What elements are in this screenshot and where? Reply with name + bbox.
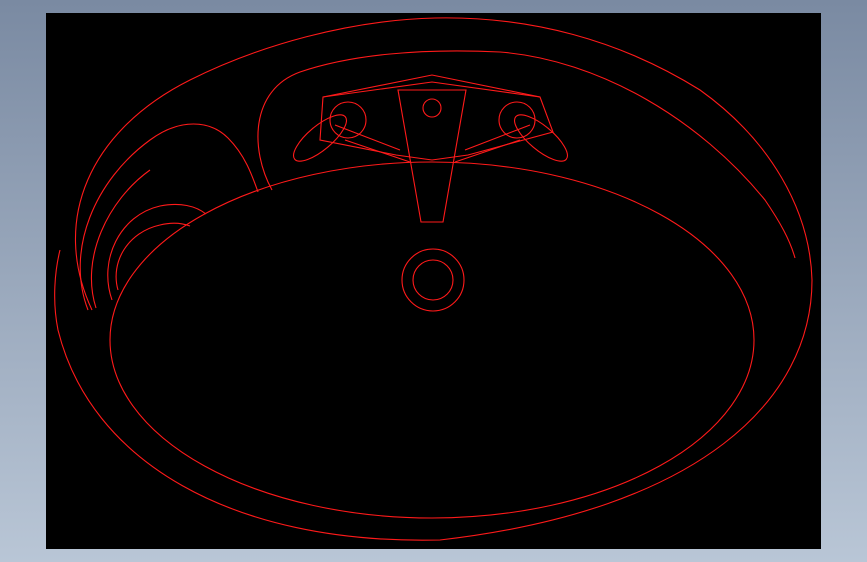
inner-rim-top [258,51,795,258]
basin-ellipse [110,162,754,518]
faucet-deck [320,75,553,160]
left-rim-curve [80,124,258,310]
drain-outer [402,249,464,311]
left-valve-lines [335,125,410,162]
drain-inner [413,260,453,300]
aerator-circle [423,99,441,117]
sink-drawing [0,0,867,562]
spout [398,90,466,222]
left-rim-curve-inner [91,170,150,308]
outer-rim [55,18,812,540]
right-valve [499,102,535,138]
left-valve [330,102,366,138]
soap-dish-inner [116,223,190,290]
